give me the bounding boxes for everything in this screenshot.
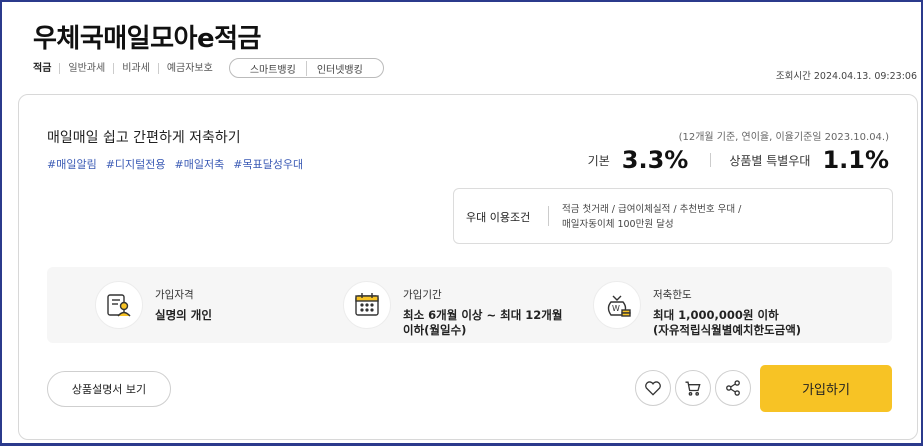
rate-basis-note: (12개월 기준, 연이율, 이율기준일 2023.10.04.): [678, 132, 889, 143]
cart-icon: [685, 381, 701, 396]
cart-button[interactable]: [675, 370, 711, 406]
info-head: 저축한도: [653, 289, 692, 301]
channel-pill: 스마트뱅킹 인터넷뱅킹: [228, 58, 384, 78]
money-bag-icon: W: [593, 281, 641, 329]
calendar-icon: [343, 281, 391, 329]
divider: [548, 206, 549, 226]
rates: 기본 3.3% 상품별 특별우대 1.1%: [588, 146, 889, 174]
info-limit: W 저축한도 최대 1,000,000원 이하 (자유적립식월별예치한도금액): [593, 281, 801, 338]
tag-tax-free: 비과세: [113, 62, 158, 74]
person-card-icon: [95, 281, 143, 329]
info-eligibility: 가입자격 실명의 개인: [95, 281, 212, 329]
info-value: 이하(월일수): [403, 323, 467, 337]
info-value: 최대 1,000,000원 이하: [653, 308, 779, 322]
share-button[interactable]: [715, 370, 751, 406]
channel-smart-banking: 스마트뱅킹: [249, 64, 296, 76]
tag-general-tax: 일반과세: [59, 62, 113, 74]
preferential-conditions: 우대 이용조건 적금 첫거래 / 급여이체실적 / 추천번호 우대 / 매일자동…: [453, 188, 893, 244]
favorite-button[interactable]: [635, 370, 671, 406]
view-time: 조회시간 2024.04.13. 09:23:06: [775, 71, 917, 82]
special-rate-value: 1.1%: [822, 146, 889, 174]
info-head: 가입기간: [403, 289, 442, 301]
product-info-band: 가입자격 실명의 개인 가입기간 최소 6개월 이상 ~ 최대 12개월 이하(…: [47, 267, 892, 343]
hashtag[interactable]: #매일저축: [175, 156, 225, 172]
product-card: 매일매일 쉽고 간편하게 저축하기 #매일알림 #디지털전용 #매일저축 #목표…: [18, 94, 918, 440]
preferential-label: 우대 이용조건: [466, 211, 531, 224]
svg-text:W: W: [612, 304, 620, 313]
channel-internet-banking: 인터넷뱅킹: [305, 60, 373, 76]
hashtag[interactable]: #목표달성우대: [233, 156, 303, 172]
preferential-line: 매일자동이체 100만원 달성: [562, 219, 674, 230]
hashtag[interactable]: #디지털전용: [106, 156, 166, 172]
tag-savings: 적금: [33, 62, 52, 74]
info-head: 가입자격: [155, 289, 194, 301]
tag-deposit-protection: 예금자보호: [157, 62, 221, 74]
product-description: 매일매일 쉽고 간편하게 저축하기: [47, 130, 241, 146]
special-rate-label: 상품별 특별우대: [729, 153, 811, 168]
info-value: 실명의 개인: [155, 308, 212, 322]
preferential-line: 적금 첫거래 / 급여이체실적 / 추천번호 우대 /: [562, 204, 742, 215]
info-value: 최소 6개월 이상 ~ 최대 12개월: [403, 308, 563, 322]
hashtag-list: #매일알림 #디지털전용 #매일저축 #목표달성우대: [47, 156, 303, 172]
view-manual-button[interactable]: 상품설명서 보기: [47, 371, 171, 407]
info-period: 가입기간 최소 6개월 이상 ~ 최대 12개월 이하(월일수): [343, 281, 562, 338]
page-title: 우체국매일모아e적금: [33, 24, 261, 54]
base-rate-label: 기본: [587, 153, 610, 168]
join-button[interactable]: 가입하기: [760, 365, 892, 412]
info-value: (자유적립식월별예치한도금액): [653, 323, 802, 337]
heart-icon: [645, 381, 661, 396]
base-rate-value: 3.3%: [621, 146, 689, 174]
rate-divider: [710, 153, 712, 167]
preferential-details: 적금 첫거래 / 급여이체실적 / 추천번호 우대 / 매일자동이체 100만원…: [562, 202, 862, 232]
product-tags: 적금 일반과세 비과세 예금자보호 스마트뱅킹 인터넷뱅킹: [33, 58, 384, 78]
hashtag[interactable]: #매일알림: [47, 156, 97, 172]
share-icon: [726, 380, 740, 396]
